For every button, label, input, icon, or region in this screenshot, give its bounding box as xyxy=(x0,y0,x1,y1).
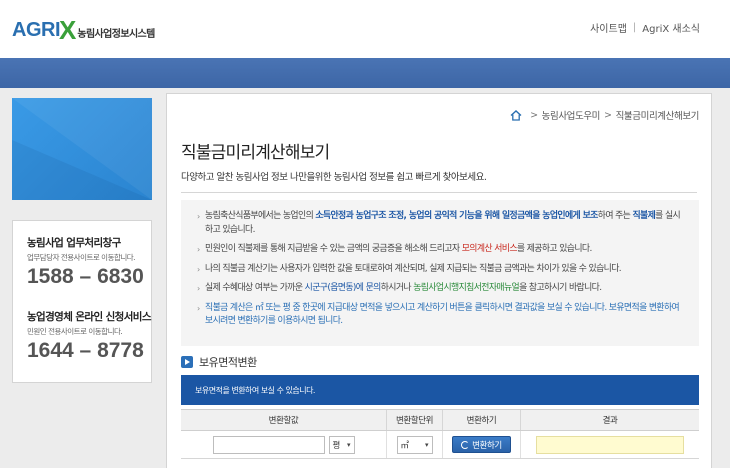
main-content: > 농림사업도우미 > 직불금미리계산해보기 직불금미리계산해보기 다양하고 알… xyxy=(166,93,712,468)
info-item: › 민원인이 직불제를 통해 지급받을 수 있는 금액의 궁금증을 해소해 드리… xyxy=(197,243,685,257)
link-separator: | xyxy=(632,22,637,33)
page-description: 다양하고 알찬 농림사업 정보 나만을위한 농림사업 정보를 쉽고 빠르게 찾아… xyxy=(181,172,487,183)
contact-phone: 1644 – 8778 xyxy=(27,339,144,362)
section-heading: 보유면적변환 xyxy=(181,354,257,370)
top-links: 사이트맵 | AgriX 새소식 xyxy=(590,20,700,35)
site-logo[interactable]: AGRI X 농림사업정보시스템 xyxy=(12,16,155,44)
chevron-down-icon: ▾ xyxy=(424,440,429,449)
contact-box: 농림사업 업무처리창구 업무담당자 전용사이트로 이동합니다. 1588 – 6… xyxy=(12,220,152,383)
info-item: › 직불금 계산은 ㎡ 또는 평 중 한곳에 지급대상 면적을 넣으시고 계산하… xyxy=(197,302,680,327)
contact-phone: 1588 – 6830 xyxy=(27,265,144,288)
breadcrumb: > 농림사업도우미 > 직불금미리계산해보기 xyxy=(510,108,699,122)
convert-value-input[interactable] xyxy=(212,435,325,454)
nav-band xyxy=(0,58,730,88)
breadcrumb-item-current: 직불금미리계산해보기 xyxy=(615,111,700,122)
notice-bar: 보유면적을 변환하여 보실 수 있습니다. xyxy=(181,375,699,405)
divider xyxy=(181,192,697,193)
info-box: › 농림축산식품부에서는 농업인의 소득안정과 농업구조 조정, 농업의 공익적… xyxy=(181,200,699,346)
arrow-right-icon xyxy=(181,356,193,368)
bullet-icon: › xyxy=(197,212,200,221)
conversion-table: 변환할값 변환할단위 변환하기 결과 평 ▾ ㎡ ▾ 변환하기 xyxy=(181,409,699,459)
contact-subtitle: 업무담당자 전용사이트로 이동합니다. xyxy=(27,253,136,262)
contact-subtitle: 민원인 전용사이트로 이동합니다. xyxy=(27,327,123,336)
header-unit: 변환할단위 xyxy=(387,410,443,430)
bullet-icon: › xyxy=(197,303,200,313)
logo-text: AGRI xyxy=(12,18,61,41)
unit-select-from[interactable]: 평 ▾ xyxy=(328,435,355,454)
breadcrumb-arrow: > xyxy=(604,109,612,121)
table-row: 평 ▾ ㎡ ▾ 변환하기 xyxy=(181,431,699,459)
header-value: 변환할값 xyxy=(181,410,387,430)
result-field xyxy=(536,435,684,454)
site-header: AGRI X 농림사업정보시스템 사이트맵 | AgriX 새소식 xyxy=(0,0,730,58)
unit-select-to[interactable]: ㎡ ▾ xyxy=(396,435,433,454)
info-item: › 실제 수혜대상 여부는 가까운 시군구(읍면동)에 문의하시거나 농림사업시… xyxy=(197,282,685,296)
table-header: 변환할값 변환할단위 변환하기 결과 xyxy=(181,409,699,431)
contact-title: 농업경영체 온라인 신청서비스 xyxy=(27,311,151,323)
local-office-link[interactable]: 시군구(읍면동)에 문의 xyxy=(305,283,382,293)
logo-x-mark: X xyxy=(59,15,77,45)
page-title: 직불금미리계산해보기 xyxy=(181,143,330,163)
manual-link[interactable]: 농림사업시행지침서전자매뉴얼 xyxy=(413,283,520,293)
sitemap-link[interactable]: 사이트맵 xyxy=(590,20,627,35)
bullet-icon: › xyxy=(197,284,200,293)
info-item: › 농림축산식품부에서는 농업인의 소득안정과 농업구조 조정, 농업의 공익적… xyxy=(197,211,681,235)
contact-title: 농림사업 업무처리창구 xyxy=(27,237,121,249)
breadcrumb-item-helper[interactable]: 농림사업도우미 xyxy=(542,108,601,122)
bullet-icon: › xyxy=(197,264,200,274)
contact-online-service[interactable]: 농업경영체 온라인 신청서비스 민원인 전용사이트로 이동합니다. 1644 –… xyxy=(27,309,151,363)
header-convert: 변환하기 xyxy=(443,410,521,430)
mock-calc-link[interactable]: 모의계산 서비스 xyxy=(462,244,518,254)
contact-business[interactable]: 농림사업 업무처리창구 업무담당자 전용사이트로 이동합니다. 1588 – 6… xyxy=(27,235,151,289)
header-result: 결과 xyxy=(602,416,618,426)
news-link[interactable]: AgriX 새소식 xyxy=(642,20,700,35)
chevron-down-icon: ▾ xyxy=(346,440,351,449)
bullet-icon: › xyxy=(197,245,200,254)
logo-subtitle: 농림사업정보시스템 xyxy=(77,28,155,40)
home-icon[interactable] xyxy=(510,109,522,121)
convert-button[interactable]: 변환하기 xyxy=(452,436,511,453)
refresh-icon xyxy=(461,440,470,449)
info-item: › 나의 직불금 계산기는 사용자가 입력한 값을 토대로하여 계산되며, 실제… xyxy=(197,263,685,277)
side-banner[interactable] xyxy=(12,98,152,200)
breadcrumb-arrow: > xyxy=(530,109,538,121)
section-label: 보유면적변환 xyxy=(199,356,257,369)
